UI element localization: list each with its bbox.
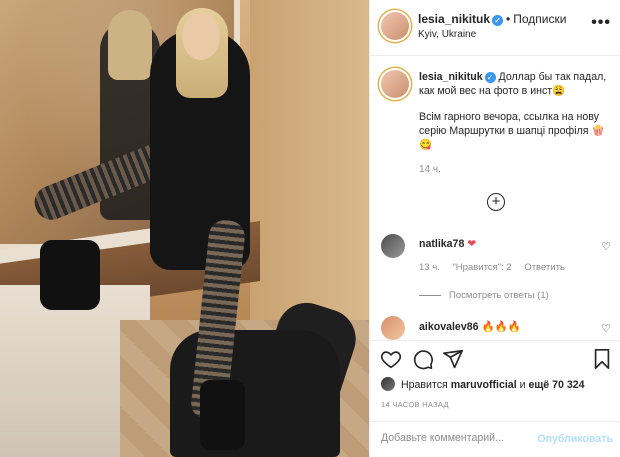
liked-by-count[interactable]: ещё 70 324 [528,379,584,391]
share-paper-plane-icon[interactable] [442,348,464,370]
comment-username[interactable]: aikovalev86 [419,321,479,333]
comment-avatar[interactable] [381,234,405,258]
photo-boot-left [40,240,100,310]
caption-username[interactable]: lesia_nikituk [419,71,483,83]
comment-time: 13 ч. [419,262,440,273]
like-heart-icon[interactable] [380,348,402,370]
comment-bubble-icon[interactable] [412,348,434,370]
comment-username[interactable]: natlika78 [419,238,464,250]
caption-time: 14 ч. [419,164,441,175]
post-side-panel: lesia_nikituk ✓ • Подписки Kyiv, Ukraine ••… [369,0,620,457]
post-actions: Нравится maruvofficial и ещё 70 324 14 Ч… [370,340,620,457]
replies-divider [419,294,441,296]
comment-like-heart-icon[interactable]: ♡ [601,322,611,335]
comment-reply-button[interactable]: Ответить [524,262,565,273]
comment-meta: 13 ч. "Нравится": 2 Ответить [419,262,575,273]
author-avatar[interactable] [381,12,409,40]
comment-text: ❤ [467,238,477,250]
view-replies-button[interactable]: Посмотреть ответы (1) [419,290,549,301]
author-line: lesia_nikituk ✓ • Подписки [418,12,566,26]
photo-head [182,12,220,60]
post-header: lesia_nikituk ✓ • Подписки Kyiv, Ukraine ••… [370,0,620,56]
likes-summary: Нравится maruvofficial и ещё 70 324 [381,377,585,391]
comment-line: aikovalev86 🔥🔥🔥 [419,320,521,333]
post-timestamp[interactable]: 14 ЧАСОВ НАЗАД [381,400,449,409]
post-photo[interactable] [0,0,369,457]
liked-by-prefix: Нравится [401,379,448,391]
following-button[interactable]: Подписки [513,12,566,26]
caption-line-2: Всім гарного вечора, ссылка на нову сері… [419,111,605,151]
verified-badge-icon: ✓ [492,15,504,26]
comment-like-heart-icon[interactable]: ♡ [601,240,611,253]
photo-wall-right [250,0,369,330]
author-username[interactable]: lesia_nikituk [418,12,490,26]
view-replies-label: Посмотреть ответы (1) [449,290,549,301]
more-options-button[interactable]: ••• [591,14,611,32]
verified-badge-icon: ✓ [484,72,496,83]
caption-text: lesia_nikituk ✓ Доллар бы так падал, как … [419,70,614,164]
post-location[interactable]: Kyiv, Ukraine [418,29,476,40]
load-more-comments-button[interactable]: + [487,193,505,211]
photo-boot-right [200,380,245,450]
comment-text: 🔥🔥🔥 [481,321,522,333]
liked-by-avatar[interactable] [381,377,395,391]
publish-button[interactable]: Опубликовать [537,433,613,445]
comment-line: natlika78 ❤ [419,238,476,250]
save-bookmark-icon[interactable] [591,348,613,370]
caption-author-avatar[interactable] [381,70,409,98]
liked-by-and: и [519,379,526,391]
comment-avatar[interactable] [381,316,405,340]
photo-reflection-hair [108,10,152,80]
add-comment-input[interactable] [381,432,531,444]
separator-dot: • [506,12,511,26]
liked-by-user[interactable]: maruvofficial [451,379,517,391]
add-comment-bar: Опубликовать [370,421,620,457]
comment-likes[interactable]: "Нравится": 2 [452,262,511,273]
